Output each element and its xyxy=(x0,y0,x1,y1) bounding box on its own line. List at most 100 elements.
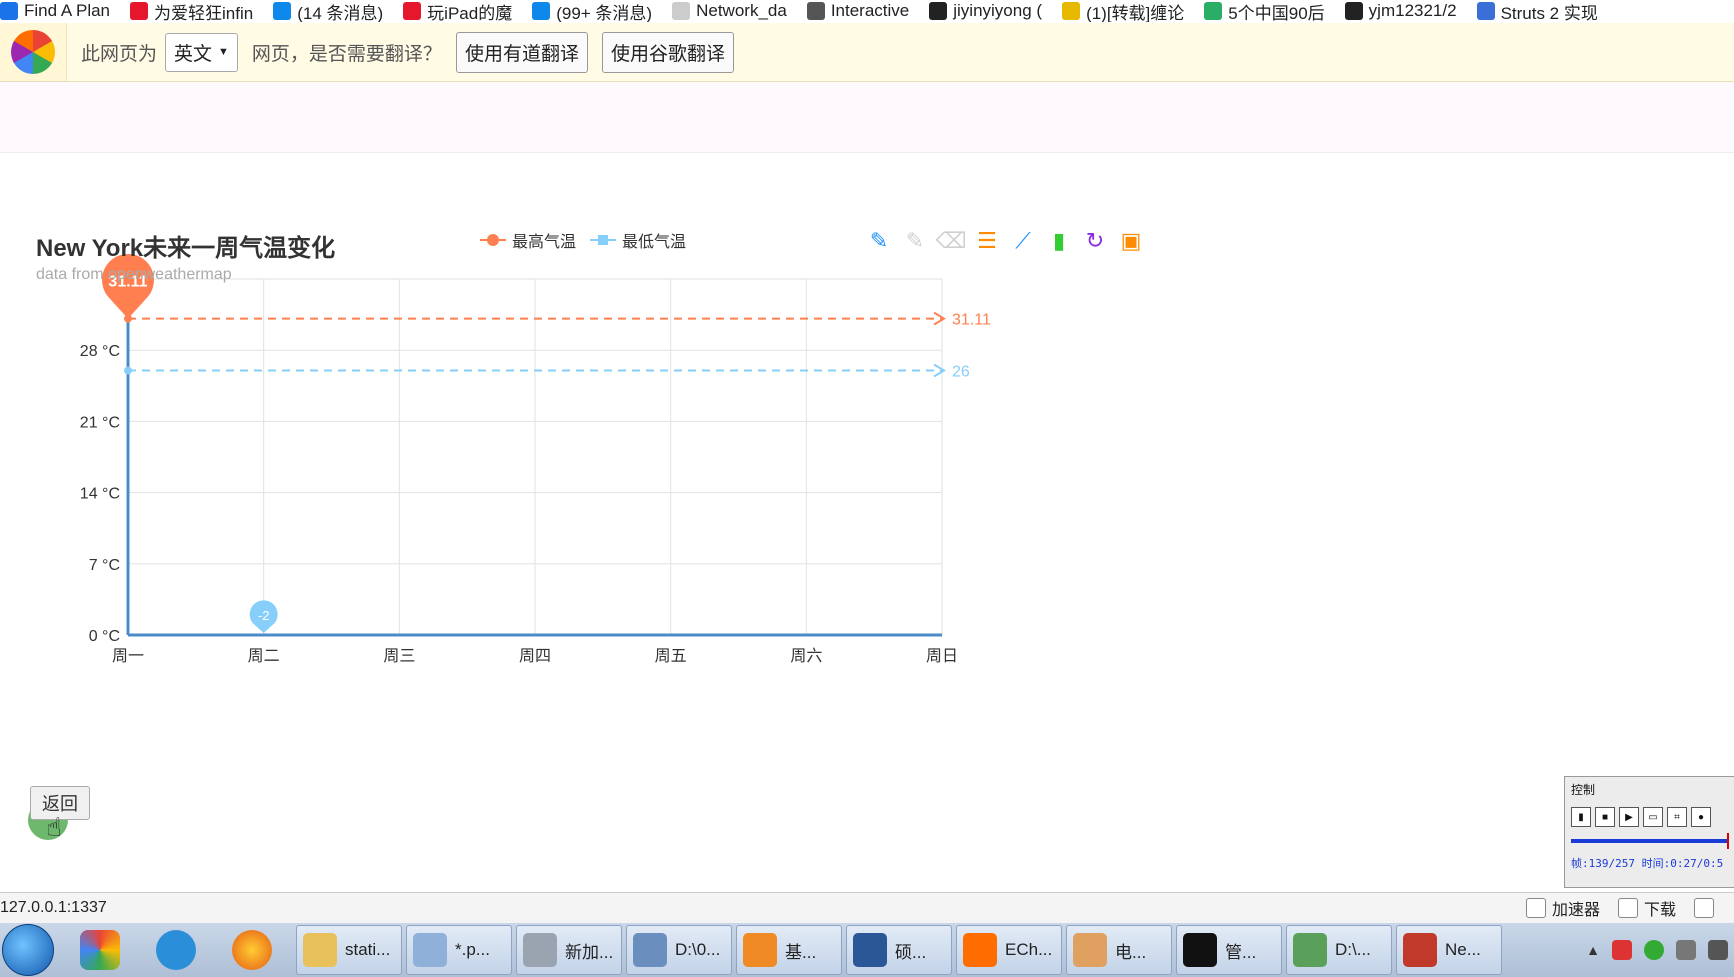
mark-point-min-label: -2 xyxy=(258,608,270,623)
legend-line-square-icon xyxy=(590,234,617,246)
x-tick-label: 周三 xyxy=(383,648,415,665)
x-tick-label: 周日 xyxy=(926,648,958,665)
taskbar-task[interactable]: 新加... xyxy=(516,925,622,975)
chart-toolbox: ✎ ✎ ⌫ ☰ ⟋ ▮ ↻ ▣ xyxy=(866,228,1154,254)
rocket-icon xyxy=(1525,898,1546,918)
chart-legend: 最高气温 最低气温 xyxy=(480,228,700,252)
download-button[interactable]: 下载 xyxy=(1617,896,1676,920)
taskbar-task[interactable]: 管... xyxy=(1176,925,1282,975)
data-view-icon[interactable]: ☰ xyxy=(974,228,1000,254)
task-label: 电... xyxy=(1115,942,1147,962)
x-tick-label: 周四 xyxy=(519,648,551,665)
app-icon xyxy=(1403,933,1437,967)
mark-line-low-start xyxy=(124,366,132,375)
chart-subtitle: data from openweathermap xyxy=(36,266,232,283)
app-icon xyxy=(633,933,667,967)
status-bar: 127.0.0.1:1337 加速器 下载 xyxy=(0,892,1734,923)
next-frame-icon[interactable]: ▶ xyxy=(1619,807,1639,827)
app-icon xyxy=(1183,933,1217,967)
y-tick-label: 14 °C xyxy=(80,486,120,503)
status-url: 127.0.0.1:1337 xyxy=(0,899,107,916)
app-icon xyxy=(1293,933,1327,967)
network-icon[interactable] xyxy=(1676,940,1696,960)
bar-chart-icon[interactable]: ▮ xyxy=(1046,228,1072,254)
taskbar-task[interactable]: *.p... xyxy=(406,925,512,975)
task-label: D:\... xyxy=(1335,940,1371,959)
taskbar-task[interactable]: ECh... xyxy=(956,925,1062,975)
restore-icon[interactable]: ↻ xyxy=(1082,228,1108,254)
x-tick-label: 周六 xyxy=(790,647,822,665)
legend-item-high[interactable]: 最高气温 xyxy=(480,228,576,252)
control-window-title: 控制 xyxy=(1571,783,1596,797)
mark-undo-icon[interactable]: ✎ xyxy=(902,228,928,254)
pinned-app-icon[interactable] xyxy=(70,926,130,974)
pause-icon[interactable]: ▮ xyxy=(1571,807,1591,827)
hand-cursor-icon: ☝ xyxy=(46,812,62,842)
task-label: 基... xyxy=(785,942,817,962)
taskbar: stati... *.p... 新加... D:\0... 基... 硕... ECh...… xyxy=(0,923,1734,977)
legend-item-low[interactable]: 最低气温 xyxy=(590,228,686,252)
start-button[interactable] xyxy=(2,924,54,976)
plus-icon xyxy=(1694,898,1714,918)
task-label: 管... xyxy=(1225,942,1257,962)
flag-icon[interactable] xyxy=(1612,940,1632,960)
task-label: Ne... xyxy=(1445,940,1481,959)
taskbar-task[interactable]: 硕... xyxy=(846,925,952,975)
download-label: 下载 xyxy=(1643,902,1676,919)
taskbar-task[interactable]: 基... xyxy=(736,925,842,975)
task-label: D:\0... xyxy=(675,940,721,959)
taskbar-task[interactable]: Ne... xyxy=(1396,925,1502,975)
firefox-icon[interactable] xyxy=(222,926,282,974)
add-panel-button[interactable] xyxy=(1694,898,1720,918)
tray-expand-icon[interactable]: ▲ xyxy=(1586,942,1600,958)
chart-title: New York未来一周气温变化 xyxy=(36,235,336,262)
download-icon xyxy=(1617,898,1638,918)
legend-label-low: 最低气温 xyxy=(622,234,687,251)
screen-icon[interactable]: ▭ xyxy=(1643,807,1663,827)
taskbar-task[interactable]: D:\... xyxy=(1286,925,1392,975)
legend-label-high: 最高气温 xyxy=(512,234,577,251)
task-label: stati... xyxy=(345,940,391,959)
temperature-chart: 3528 °C21 °C14 °C7 °C0 °C周一周二周三周四周五周六周日3… xyxy=(80,253,991,665)
mark-clear-icon[interactable]: ⌫ xyxy=(935,228,966,254)
mark-line-high-label: 31.11 xyxy=(952,312,991,329)
system-tray: ▲ xyxy=(1586,940,1728,960)
y-tick-label: 28 °C xyxy=(80,343,120,360)
fit-icon[interactable]: ⌗ xyxy=(1667,807,1687,827)
line-chart-icon[interactable]: ⟋ xyxy=(1010,228,1036,254)
y-tick-label: 0 °C xyxy=(89,628,120,645)
task-label: 硕... xyxy=(895,942,927,962)
stop-icon[interactable]: ■ xyxy=(1595,807,1615,827)
security-icon[interactable] xyxy=(1644,940,1664,960)
volume-icon[interactable] xyxy=(1708,940,1728,960)
save-icon[interactable]: ▣ xyxy=(1118,228,1144,254)
player-control-window: 控制 ▮ ■ ▶ ▭ ⌗ ● 帧:139/257 时间:0:27/0:5 xyxy=(1564,776,1734,888)
app-icon xyxy=(743,933,777,967)
app-icon xyxy=(413,933,447,967)
x-tick-label: 周二 xyxy=(248,648,280,665)
app-icon xyxy=(853,933,887,967)
taskbar-task[interactable]: 电... xyxy=(1066,925,1172,975)
y-tick-label: 21 °C xyxy=(80,414,120,431)
cloud-app-icon[interactable] xyxy=(146,926,206,974)
app-icon xyxy=(523,933,557,967)
x-tick-label: 周五 xyxy=(655,648,687,665)
marker-icon[interactable]: ● xyxy=(1691,807,1711,827)
task-label: *.p... xyxy=(455,940,490,959)
taskbar-task[interactable]: D:\0... xyxy=(626,925,732,975)
task-label: ECh... xyxy=(1005,940,1053,959)
x-tick-label: 周一 xyxy=(112,648,144,665)
y-tick-label: 7 °C xyxy=(89,557,120,574)
accelerator-label: 加速器 xyxy=(1551,902,1600,919)
app-icon xyxy=(303,933,337,967)
playback-progress-bar[interactable] xyxy=(1571,833,1729,849)
legend-line-dot-icon xyxy=(480,234,506,246)
app-icon xyxy=(1073,933,1107,967)
playback-status: 帧:139/257 时间:0:27/0:5 xyxy=(1571,857,1724,870)
mark-icon[interactable]: ✎ xyxy=(866,228,892,254)
task-label: 新加... xyxy=(565,942,614,962)
app-icon xyxy=(963,933,997,967)
mark-line-low-label: 26 xyxy=(952,364,970,381)
accelerator-button[interactable]: 加速器 xyxy=(1525,896,1600,920)
taskbar-task[interactable]: stati... xyxy=(296,925,402,975)
